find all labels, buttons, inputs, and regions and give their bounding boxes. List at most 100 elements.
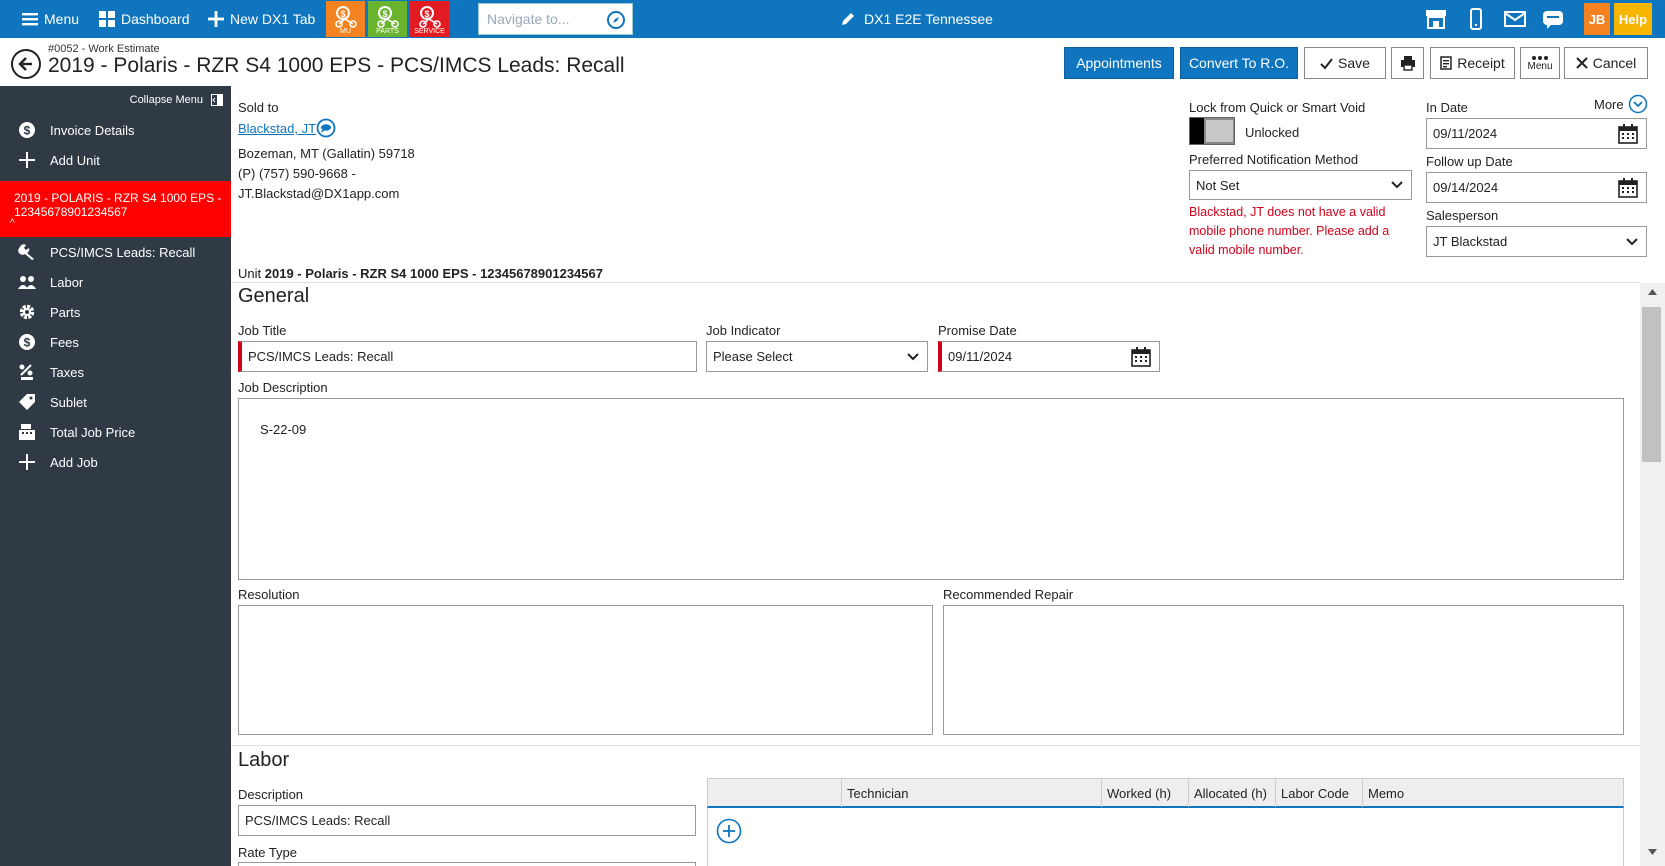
menu-button[interactable]: Menu xyxy=(22,0,79,38)
cancel-label: Cancel xyxy=(1592,55,1637,71)
sidebar-item-labor[interactable]: Labor xyxy=(0,267,231,297)
scroll-up-icon[interactable] xyxy=(1648,289,1657,295)
appointments-button[interactable]: Appointments xyxy=(1064,47,1174,79)
labor-description-label: Description xyxy=(238,787,304,802)
chevron-down-icon xyxy=(907,353,919,361)
main-scrollbar[interactable] xyxy=(1640,283,1665,866)
quick-parts-button[interactable]: $ PARTS xyxy=(368,1,407,37)
more-menu-button[interactable]: Menu xyxy=(1520,47,1560,79)
calendar-icon[interactable] xyxy=(1618,124,1638,144)
job-indicator-select[interactable]: Please Select xyxy=(706,341,928,372)
navigate-input[interactable]: Navigate to... xyxy=(478,3,633,35)
dashboard-button[interactable]: Dashboard xyxy=(99,0,190,38)
more-link[interactable]: More xyxy=(1594,97,1624,112)
quick-service-button[interactable]: $ SERVICE xyxy=(410,1,449,37)
sidebar-item-fees[interactable]: $ Fees xyxy=(0,327,231,357)
add-circle-icon[interactable] xyxy=(716,818,742,844)
dashboard-icon xyxy=(99,11,115,27)
dealer-title[interactable]: DX1 E2E Tennessee xyxy=(840,0,993,38)
sidebar-item-label: Invoice Details xyxy=(50,122,135,138)
appointments-label: Appointments xyxy=(1076,55,1162,71)
divider xyxy=(231,745,1640,746)
receipt-button[interactable]: Receipt xyxy=(1430,47,1515,79)
collapse-icon xyxy=(211,94,223,106)
promise-date-input[interactable]: 09/11/2024 xyxy=(938,341,1160,372)
collapse-menu-button[interactable]: Collapse Menu xyxy=(130,94,223,106)
sidebar-item-invoice-details[interactable]: $ Invoice Details xyxy=(0,115,231,145)
sidebar-item-taxes[interactable]: Taxes xyxy=(0,357,231,387)
close-icon xyxy=(1575,57,1588,69)
sidebar-unit-active[interactable]: 2019 - POLARIS - RZR S4 1000 EPS - 12345… xyxy=(0,181,231,237)
mail-icon[interactable] xyxy=(1503,7,1527,31)
user-avatar[interactable]: JB xyxy=(1584,3,1610,35)
notification-label: Preferred Notification Method xyxy=(1189,152,1359,167)
grid-col-worked[interactable]: Worked (h) xyxy=(1101,779,1188,807)
receipt-label: Receipt xyxy=(1457,55,1505,71)
sidebar-item-total-job-price[interactable]: Total Job Price xyxy=(0,417,231,447)
promise-date-value: 09/11/2024 xyxy=(948,349,1013,364)
recommended-repair-textarea[interactable] xyxy=(943,605,1624,735)
calendar-icon[interactable] xyxy=(1618,178,1638,198)
notification-select[interactable]: Not Set xyxy=(1189,170,1412,200)
print-button[interactable] xyxy=(1391,47,1424,79)
quick-parts-label: PARTS xyxy=(376,28,399,35)
labor-heading: Labor xyxy=(238,749,290,771)
job-indicator-value: Please Select xyxy=(713,349,793,364)
in-date-label: In Date xyxy=(1426,100,1468,115)
job-description-textarea[interactable]: S-22-09 xyxy=(238,398,1624,580)
storefront-icon[interactable] xyxy=(1424,7,1448,31)
back-button[interactable] xyxy=(11,49,41,79)
motorcycle-dollar-icon: $ xyxy=(418,6,441,28)
help-button[interactable]: Help xyxy=(1614,3,1652,35)
rate-type-select[interactable] xyxy=(238,862,696,866)
quick-mu-button[interactable]: $ MU xyxy=(326,1,365,37)
grid-col-technician[interactable]: Technician xyxy=(841,779,1101,807)
job-title-input[interactable]: PCS/IMCS Leads: Recall xyxy=(238,341,697,372)
customer-name-link[interactable]: Blackstad, JT xyxy=(238,121,316,136)
plus-icon xyxy=(19,454,35,470)
scrollbar-thumb[interactable] xyxy=(1642,307,1661,462)
chevron-circle-down-icon[interactable] xyxy=(1628,94,1648,114)
compass-icon[interactable] xyxy=(606,10,626,30)
cancel-button[interactable]: Cancel xyxy=(1564,47,1648,79)
svg-text:$: $ xyxy=(24,124,31,138)
mobile-icon[interactable] xyxy=(1464,7,1488,31)
grid-col-labor-code[interactable]: Labor Code xyxy=(1275,779,1362,807)
sidebar-item-add-job[interactable]: Add Job xyxy=(0,447,231,477)
general-heading: General xyxy=(238,285,310,307)
follow-up-input[interactable]: 09/14/2024 xyxy=(1426,172,1647,203)
tax-icon xyxy=(19,364,33,380)
rate-type-label: Rate Type xyxy=(238,845,298,860)
unit-caret-icon[interactable]: ^ xyxy=(10,219,231,229)
hamburger-icon xyxy=(22,13,38,26)
sidebar: Collapse Menu $ Invoice Details Add Unit… xyxy=(0,86,231,866)
navigate-placeholder: Navigate to... xyxy=(487,11,570,27)
sidebar-item-sublet[interactable]: Sublet xyxy=(0,387,231,417)
grid-col-allocated[interactable]: Allocated (h) xyxy=(1188,779,1275,807)
new-tab-button[interactable]: New DX1 Tab xyxy=(208,0,315,38)
plus-icon xyxy=(19,152,35,168)
sidebar-item-parts[interactable]: Parts xyxy=(0,297,231,327)
sidebar-item-label: Add Unit xyxy=(50,152,100,168)
resolution-textarea[interactable] xyxy=(238,605,933,735)
save-button[interactable]: Save xyxy=(1304,47,1386,79)
scroll-down-icon[interactable] xyxy=(1648,849,1657,855)
labor-description-input[interactable]: PCS/IMCS Leads: Recall xyxy=(238,805,696,836)
customer-address: Bozeman, MT (Gallatin) 59718 xyxy=(238,146,415,161)
sidebar-item-add-unit[interactable]: Add Unit xyxy=(0,145,231,175)
calendar-icon[interactable] xyxy=(1131,347,1151,367)
sidebar-item-job[interactable]: PCS/IMCS Leads: Recall xyxy=(0,237,231,267)
sidebar-item-label: Parts xyxy=(50,304,81,320)
chat-icon[interactable] xyxy=(1541,7,1565,31)
grid-col-memo[interactable]: Memo xyxy=(1362,779,1623,807)
in-date-input[interactable]: 09/11/2024 xyxy=(1426,118,1647,149)
chat-bubble-icon[interactable] xyxy=(316,118,336,138)
sidebar-item-label: Fees xyxy=(50,334,79,350)
convert-to-ro-button[interactable]: Convert To R.O. xyxy=(1180,47,1298,79)
sidebar-item-label: Taxes xyxy=(50,364,84,380)
customer-email: JT.Blackstad@DX1app.com xyxy=(238,186,400,201)
gear-icon xyxy=(19,304,35,320)
receipt-icon xyxy=(1440,56,1453,70)
lock-toggle[interactable] xyxy=(1189,117,1235,145)
salesperson-select[interactable]: JT Blackstad xyxy=(1426,226,1647,257)
